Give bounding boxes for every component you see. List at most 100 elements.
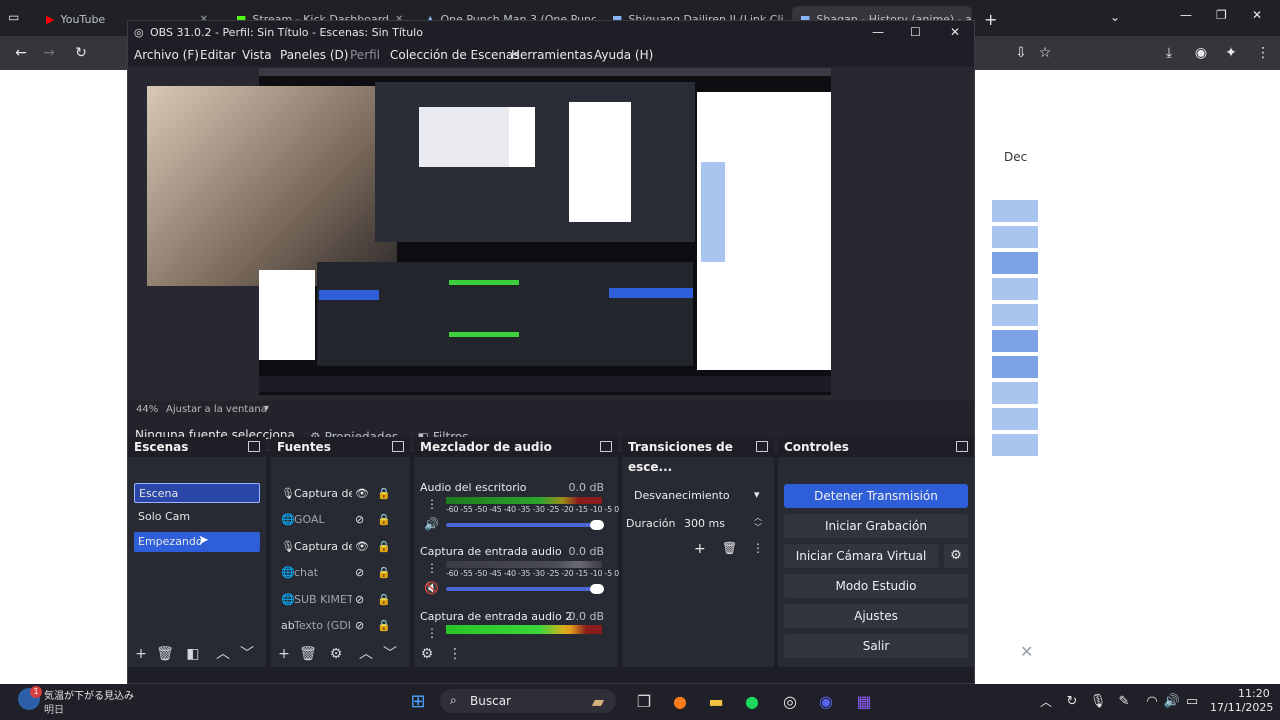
new-tab-icon[interactable]: + (984, 10, 997, 29)
discord-icon[interactable]: ◉ (814, 690, 838, 714)
task-view-icon[interactable]: ❐ (632, 690, 656, 714)
virtual-camera-settings-icon[interactable]: ⚙ (944, 544, 968, 568)
stop-streaming-button[interactable]: Detener Transmisión (784, 484, 968, 508)
menu-herramientas[interactable]: Herramientas (511, 48, 593, 62)
undock-icon[interactable] (248, 441, 260, 452)
install-icon[interactable]: ⇩ (1012, 44, 1030, 62)
maximize-icon[interactable]: ☐ (910, 25, 921, 39)
undock-icon[interactable] (600, 441, 612, 452)
lock-icon[interactable]: 🔒 (377, 562, 391, 584)
microphone-icon[interactable]: 🎙 (1086, 690, 1110, 714)
chevron-up-icon[interactable]: ︿ (1034, 690, 1058, 714)
clock-time[interactable]: 11:20 (1238, 687, 1270, 700)
extension-icon[interactable]: ◉ (1192, 44, 1210, 62)
file-explorer-icon[interactable]: ▬ (704, 690, 728, 714)
source-row[interactable]: 🎙 Captura de 👁 🔒 (277, 536, 401, 558)
kebab-menu-icon[interactable]: ⋮ (446, 645, 464, 663)
scene-item-solo-cam[interactable]: Solo Cam (134, 507, 260, 527)
add-icon[interactable]: + (132, 645, 150, 663)
studio-mode-button[interactable]: Modo Estudio (784, 574, 968, 598)
forward-icon[interactable]: → (40, 44, 58, 62)
chevron-down-icon[interactable]: ▾ (264, 403, 269, 414)
menu-vista[interactable]: Vista (242, 48, 272, 62)
muted-speaker-icon[interactable]: 🔇 (424, 581, 439, 595)
gear-icon[interactable]: ⚙ (418, 645, 436, 663)
chevron-down-icon[interactable]: ▾ (754, 488, 760, 501)
clock-date[interactable]: 17/11/2025 (1210, 701, 1273, 714)
speaker-icon[interactable]: 🔊 (424, 517, 439, 531)
volume-slider[interactable] (446, 584, 604, 594)
gear-icon[interactable]: ⚙ (327, 645, 345, 663)
eye-hidden-icon[interactable]: ⊘ (355, 589, 364, 611)
slider-knob[interactable] (590, 584, 604, 594)
filter-icon[interactable]: ◧ (184, 645, 202, 663)
download-icon[interactable]: ⤓ (1160, 44, 1178, 62)
menu-editar[interactable]: Editar (200, 48, 236, 62)
lock-icon[interactable]: 🔒 (377, 536, 391, 558)
kebab-menu-icon[interactable]: ⋮ (426, 626, 438, 640)
tab-list-icon[interactable]: ⌄ (1110, 10, 1120, 24)
puzzle-icon[interactable]: ✦ (1222, 44, 1240, 62)
start-virtual-camera-button[interactable]: Iniciar Cámara Virtual (784, 544, 938, 568)
menu-ayuda[interactable]: Ayuda (H) (594, 48, 653, 62)
trash-icon[interactable]: 🗑 (156, 645, 174, 663)
kebab-menu-icon[interactable]: ⋮ (426, 497, 438, 511)
add-icon[interactable]: + (694, 541, 706, 557)
trash-icon[interactable]: 🗑 (299, 645, 317, 663)
kebab-menu-icon[interactable]: ⋮ (752, 541, 764, 555)
tab-search-icon[interactable]: ▭ (8, 10, 24, 26)
lock-icon[interactable]: 🔒 (377, 615, 391, 637)
menu-paneles[interactable]: Paneles (D) (280, 48, 348, 62)
zoom-mode[interactable]: Ajustar a la ventana (166, 404, 267, 415)
volume-slider[interactable] (446, 520, 604, 530)
source-row[interactable]: ab Texto (GDI+ ⊘ 🔒 (277, 615, 401, 637)
down-arrow-icon[interactable]: ﹀ (381, 645, 399, 663)
menu-archivo[interactable]: Archivo (F) (134, 48, 199, 62)
up-arrow-icon[interactable]: ︿ (357, 645, 375, 663)
menu-perfil[interactable]: Perfil (350, 48, 380, 62)
duration-spinbox[interactable]: 300 ms ︿ ﹀ (678, 513, 766, 535)
source-row[interactable]: 🌐 GOAL ⊘ 🔒 (277, 509, 401, 531)
weather-title[interactable]: 気温が下がる見込み (44, 687, 134, 702)
source-row[interactable]: 🌐 chat ⊘ 🔒 (277, 562, 401, 584)
undock-icon[interactable] (392, 441, 404, 452)
spotify-icon[interactable]: ● (740, 690, 764, 714)
windows-start-icon[interactable]: ⊞ (406, 690, 430, 714)
kebab-menu-icon[interactable]: ⋮ (426, 561, 438, 575)
reload-icon[interactable]: ↻ (72, 44, 90, 62)
scene-item-empezando[interactable]: Empezando (134, 532, 260, 552)
eye-hidden-icon[interactable]: ⊘ (355, 509, 364, 531)
exit-button[interactable]: Salir (784, 634, 968, 658)
firefox-icon[interactable]: ● (668, 690, 692, 714)
undock-icon[interactable] (956, 441, 968, 452)
back-icon[interactable]: ← (12, 44, 30, 62)
eye-hidden-icon[interactable]: ⊘ (355, 562, 364, 584)
scene-item-escena[interactable]: Escena (134, 483, 260, 503)
down-arrow-icon[interactable]: ﹀ (238, 645, 256, 663)
source-row[interactable]: 🎙 Captura de 👁 🔒 (277, 483, 401, 505)
up-arrow-icon[interactable]: ︿ (214, 645, 232, 663)
start-recording-button[interactable]: Iniciar Grabación (784, 514, 968, 538)
window-close-icon[interactable]: ✕ (1252, 8, 1262, 22)
obs-taskbar-icon[interactable]: ◎ (778, 690, 802, 714)
eye-icon[interactable]: 👁 (355, 536, 369, 558)
preview-canvas[interactable] (147, 68, 831, 395)
minimize-icon[interactable]: — (872, 25, 884, 39)
calendar-app-icon[interactable]: ▦ (852, 690, 876, 714)
add-icon[interactable]: + (275, 645, 293, 663)
battery-icon[interactable]: ▭ (1180, 690, 1204, 714)
lock-icon[interactable]: 🔒 (377, 589, 391, 611)
bookmark-star-icon[interactable]: ☆ (1036, 44, 1054, 62)
pen-icon[interactable]: ✎ (1112, 690, 1136, 714)
settings-button[interactable]: Ajustes (784, 604, 968, 628)
slider-knob[interactable] (590, 520, 604, 530)
transition-select[interactable]: Desvanecimiento ▾ (628, 485, 768, 507)
sync-icon[interactable]: ↻ (1060, 690, 1084, 714)
maximize-icon[interactable]: ❐ (1216, 8, 1227, 22)
menu-coleccion[interactable]: Colección de Escenas (390, 48, 520, 62)
trash-icon[interactable]: 🗑 (722, 541, 737, 555)
source-row[interactable]: 🌐 SUB KIMET ⊘ 🔒 (277, 589, 401, 611)
eye-hidden-icon[interactable]: ⊘ (355, 615, 364, 637)
eye-icon[interactable]: 👁 (355, 483, 369, 505)
lock-icon[interactable]: 🔒 (377, 483, 391, 505)
